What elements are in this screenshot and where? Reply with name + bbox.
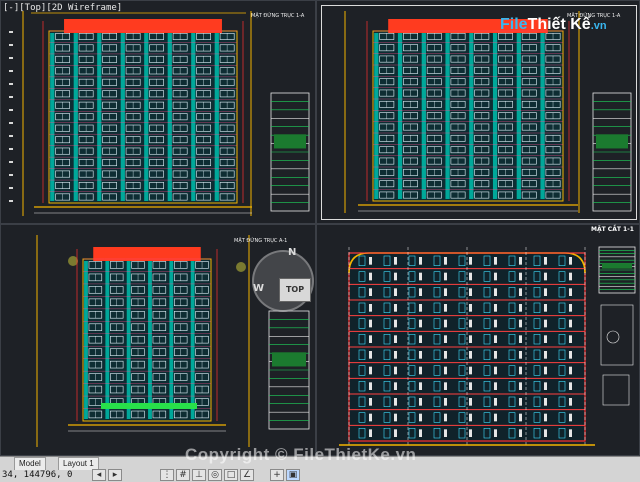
grid-icon[interactable]: # [176, 469, 190, 481]
viewcube-north[interactable]: N [288, 247, 296, 258]
watermark: Copyright © FileThietKe.vn [185, 445, 417, 464]
viewcube-west[interactable]: W [253, 283, 264, 294]
osnap-icon[interactable]: □ [224, 469, 238, 481]
viewport-bottom-right[interactable] [316, 224, 640, 456]
otrack-icon[interactable]: ∠ [240, 469, 254, 481]
autocad-window: [-][Top][2D Wireframe] MẶT ĐỨNG TRỤC 1-A… [0, 0, 640, 482]
viewport-top-left[interactable]: [-][Top][2D Wireframe] MẶT ĐỨNG TRỤC 1-A [0, 0, 316, 224]
viewcube-top-face[interactable]: TOP [279, 278, 311, 302]
polar-icon[interactable]: ◎ [208, 469, 222, 481]
lineweight-icon[interactable]: + [270, 469, 284, 481]
nav-right-icon[interactable]: ▸ [108, 469, 122, 481]
section-title: MẶT CẮT 1-1 [591, 226, 634, 233]
drawing-title: MẶT ĐỨNG TRỤC 1-A [251, 13, 305, 19]
elevation-drawing-top-left [9, 11, 310, 216]
quickprop-icon[interactable]: ▣ [286, 469, 300, 481]
site-logo: FileThiết Kế.vn [500, 16, 607, 33]
section-drawing [339, 246, 636, 447]
tab-model[interactable]: Model [14, 457, 46, 470]
ortho-icon[interactable]: ⊥ [192, 469, 206, 481]
coordinate-readout: 34, 144796, 0 [2, 470, 73, 480]
drawing-title: MẶT ĐỨNG TRỤC A-1 [234, 238, 288, 244]
snap-icon[interactable]: ⋮ [160, 469, 174, 481]
nav-left-icon[interactable]: ◂ [92, 469, 106, 481]
